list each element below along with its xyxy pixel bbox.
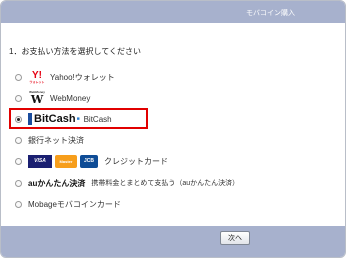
payment-option-bank[interactable]: 銀行ネット決済 <box>15 130 84 150</box>
option-label: 携帯料金とまとめて支払う（auかんたん決済） <box>91 180 240 187</box>
radio-yahoo[interactable] <box>15 73 22 81</box>
yahoo-wallet-logo-icon: Y! ウォレット <box>29 69 45 84</box>
mastercard-logo-icon: Master <box>55 154 77 168</box>
purchase-dialog: モバコイン購入 1．お支払い方法を選択してください Y! ウォレット Yahoo… <box>0 0 346 258</box>
payment-option-au[interactable]: auかんたん決済 携帯料金とまとめて支払う（auかんたん決済） <box>15 173 239 193</box>
radio-bank[interactable] <box>15 136 22 144</box>
radio-webmoney[interactable] <box>15 94 22 102</box>
option-label: 銀行ネット決済 <box>28 135 84 145</box>
radio-mobage-card[interactable] <box>15 200 22 208</box>
footer-bar <box>1 226 345 257</box>
option-label: クレジットカード <box>104 156 168 166</box>
payment-option-credit-card[interactable]: VISA Master JCB クレジットカード <box>15 151 168 171</box>
page-title: モバコイン購入 <box>246 9 295 17</box>
title-bar: モバコイン購入 <box>1 1 345 23</box>
webmoney-logo-icon: WebMoney W <box>29 90 45 106</box>
selection-highlight <box>9 108 148 129</box>
payment-option-mobage-card[interactable]: Mobageモバコインカード <box>15 194 121 214</box>
visa-logo-icon: VISA <box>28 154 52 168</box>
au-easy-payment-logo-icon: auかんたん決済 <box>28 178 86 188</box>
section-heading: 1．お支払い方法を選択してください <box>9 47 141 56</box>
radio-au[interactable] <box>15 179 22 187</box>
option-label: Mobageモバコインカード <box>28 199 121 209</box>
radio-credit-card[interactable] <box>15 157 22 165</box>
next-button[interactable]: 次へ <box>220 231 250 245</box>
payment-option-webmoney[interactable]: WebMoney W WebMoney <box>15 88 90 108</box>
jcb-logo-icon: JCB <box>80 154 98 168</box>
option-label: WebMoney <box>50 93 91 103</box>
option-label: Yahoo!ウォレット <box>50 72 115 82</box>
payment-option-yahoo[interactable]: Y! ウォレット Yahoo!ウォレット <box>15 67 115 87</box>
